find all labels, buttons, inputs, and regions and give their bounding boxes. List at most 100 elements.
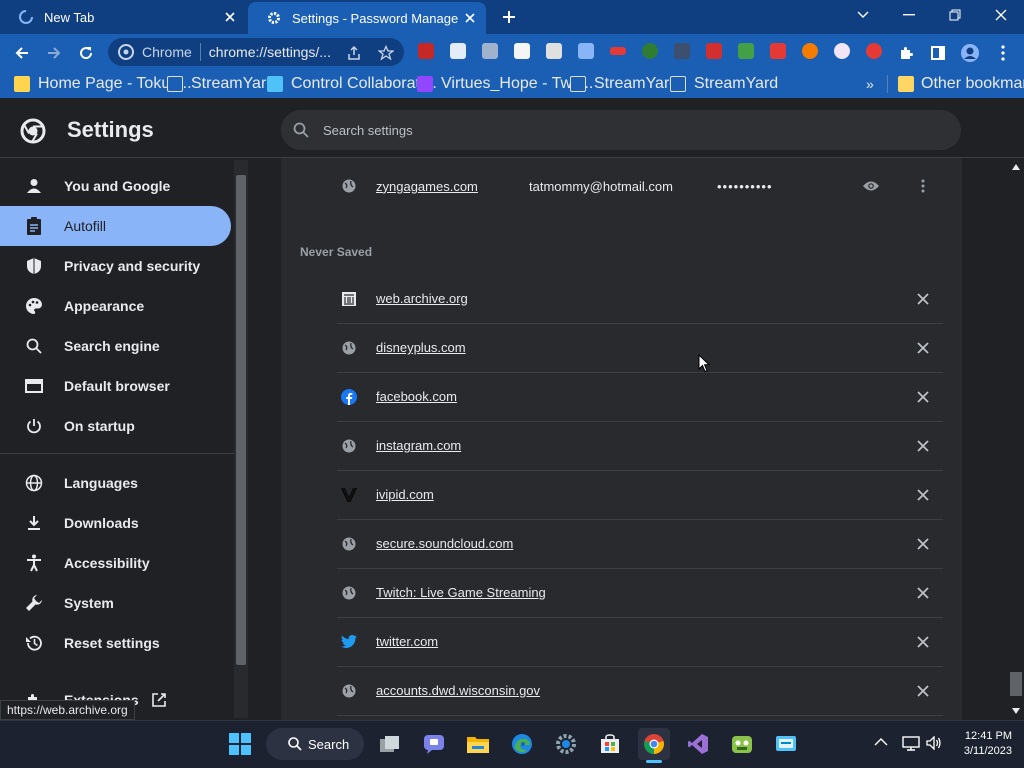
saved-site-link[interactable]: zyngagames.com <box>376 179 529 194</box>
remove-icon[interactable] <box>911 581 935 605</box>
taskbar-search-button[interactable]: Search <box>266 728 364 760</box>
site-link[interactable]: accounts.dwd.wisconsin.gov <box>376 683 911 698</box>
sidebar-item-downloads[interactable]: Downloads <box>0 503 231 543</box>
remove-icon[interactable] <box>911 287 935 311</box>
task-view-icon[interactable] <box>374 728 406 760</box>
tab-settings[interactable]: Settings - Password Manager <box>248 2 486 34</box>
extension-icon[interactable] <box>642 43 658 59</box>
sidebar-item-on-startup[interactable]: On startup <box>0 406 231 446</box>
game-app-icon[interactable] <box>726 728 758 760</box>
other-bookmarks-folder[interactable]: Other bookmarks <box>898 75 1024 93</box>
chevron-up-icon[interactable] <box>874 737 888 747</box>
extension-icon[interactable] <box>482 43 498 59</box>
remove-icon[interactable] <box>911 385 935 409</box>
sidebar-scrollbar-thumb[interactable] <box>236 175 246 665</box>
extension-icon[interactable] <box>834 43 850 59</box>
bookmark-item[interactable]: StreamYard <box>167 75 275 93</box>
extension-icon[interactable] <box>866 43 882 59</box>
reload-button[interactable] <box>73 40 99 66</box>
eye-icon[interactable] <box>859 174 883 198</box>
extension-icon[interactable] <box>514 43 530 59</box>
bookmark-item[interactable]: Virtues_Hope - Twit... <box>417 75 593 93</box>
extension-icon[interactable] <box>546 43 562 59</box>
settings-app-icon[interactable] <box>550 728 582 760</box>
site-link[interactable]: web.archive.org <box>376 291 911 306</box>
remove-icon[interactable] <box>911 336 935 360</box>
system-clock[interactable]: 12:41 PM 3/11/2023 <box>952 729 1012 759</box>
new-tab-button[interactable] <box>496 4 522 30</box>
minimize-button[interactable] <box>886 0 932 30</box>
sidebar-item-default-browser[interactable]: Default browser <box>0 366 231 406</box>
sidebar-item-autofill[interactable]: Autofill <box>0 206 231 246</box>
menu-icon[interactable] <box>990 40 1016 66</box>
forward-button[interactable] <box>41 40 67 66</box>
sidebar-item-appearance[interactable]: Appearance <box>0 286 231 326</box>
extension-icon[interactable] <box>706 43 722 59</box>
close-icon[interactable] <box>218 5 242 29</box>
extension-icon[interactable] <box>674 43 690 59</box>
sidebar-item-accessibility[interactable]: Accessibility <box>0 543 231 583</box>
bookmark-item[interactable]: Home Page - TokuF... <box>14 75 192 93</box>
sidebar-item-languages[interactable]: Languages <box>0 463 231 503</box>
bookmark-item[interactable]: StreamYard <box>570 75 678 93</box>
active-app-indicator <box>646 760 662 763</box>
windows-start-icon[interactable] <box>224 728 256 760</box>
remove-icon[interactable] <box>911 630 935 654</box>
back-button[interactable] <box>9 40 35 66</box>
more-actions-icon[interactable] <box>911 174 935 198</box>
bookmark-item[interactable]: StreamYard <box>670 75 778 93</box>
network-icon[interactable] <box>902 735 920 751</box>
search-input[interactable]: Search settings <box>281 110 961 150</box>
window-close-button[interactable] <box>978 0 1024 30</box>
visual-studio-icon[interactable] <box>682 728 714 760</box>
extension-icon[interactable] <box>610 47 626 55</box>
site-link[interactable]: Twitch: Live Game Streaming <box>376 585 911 600</box>
streamyard-icon <box>670 76 686 92</box>
site-link[interactable]: secure.soundcloud.com <box>376 536 911 551</box>
divider <box>337 715 943 716</box>
extension-icon[interactable] <box>418 43 434 59</box>
chrome-taskbar-icon[interactable] <box>638 728 670 760</box>
sidebar-item-reset-settings[interactable]: Reset settings <box>0 623 231 663</box>
more-bookmarks-button[interactable]: » <box>866 75 874 93</box>
teams-chat-icon[interactable] <box>418 728 450 760</box>
remove-icon[interactable] <box>911 532 935 556</box>
site-link[interactable]: instagram.com <box>376 438 911 453</box>
extension-icon[interactable] <box>802 43 818 59</box>
volume-icon[interactable] <box>926 736 942 750</box>
remove-icon[interactable] <box>911 483 935 507</box>
avatar[interactable] <box>957 40 983 66</box>
extension-icon[interactable] <box>770 43 786 59</box>
page-scrollbar-thumb[interactable] <box>1010 672 1022 696</box>
close-icon[interactable] <box>458 6 482 30</box>
page-scrollbar[interactable] <box>1008 158 1024 720</box>
tab-search-button[interactable] <box>840 0 886 30</box>
remove-icon[interactable] <box>911 679 935 703</box>
snipping-tool-icon[interactable] <box>770 728 802 760</box>
remove-icon[interactable] <box>911 434 935 458</box>
ivipid-icon <box>341 487 357 503</box>
puzzle-icon[interactable] <box>893 40 919 66</box>
bookmark-star-icon[interactable] <box>373 40 399 66</box>
restore-button[interactable] <box>932 0 978 30</box>
site-link[interactable]: facebook.com <box>376 389 911 404</box>
tab-new-tab[interactable]: New Tab <box>0 0 246 34</box>
extension-icon[interactable] <box>450 43 466 59</box>
side-panel-icon[interactable] <box>925 40 951 66</box>
sidebar-item-search-engine[interactable]: Search engine <box>0 326 231 366</box>
share-icon[interactable] <box>341 40 367 66</box>
site-link[interactable]: twitter.com <box>376 634 911 649</box>
edge-icon[interactable] <box>506 728 538 760</box>
bookmark-item[interactable]: Control Collaborati... <box>267 75 437 93</box>
sidebar-item-label: Languages <box>64 475 138 491</box>
sidebar-item-system[interactable]: System <box>0 583 231 623</box>
sidebar-item-privacy[interactable]: Privacy and security <box>0 246 231 286</box>
sidebar-item-you-and-google[interactable]: You and Google <box>0 166 231 206</box>
site-link[interactable]: disneyplus.com <box>376 340 911 355</box>
globe-icon <box>341 585 357 601</box>
file-explorer-icon[interactable] <box>462 728 494 760</box>
extension-icon[interactable] <box>578 43 594 59</box>
microsoft-store-icon[interactable] <box>594 728 626 760</box>
site-link[interactable]: ivipid.com <box>376 487 911 502</box>
extension-icon[interactable] <box>738 43 754 59</box>
